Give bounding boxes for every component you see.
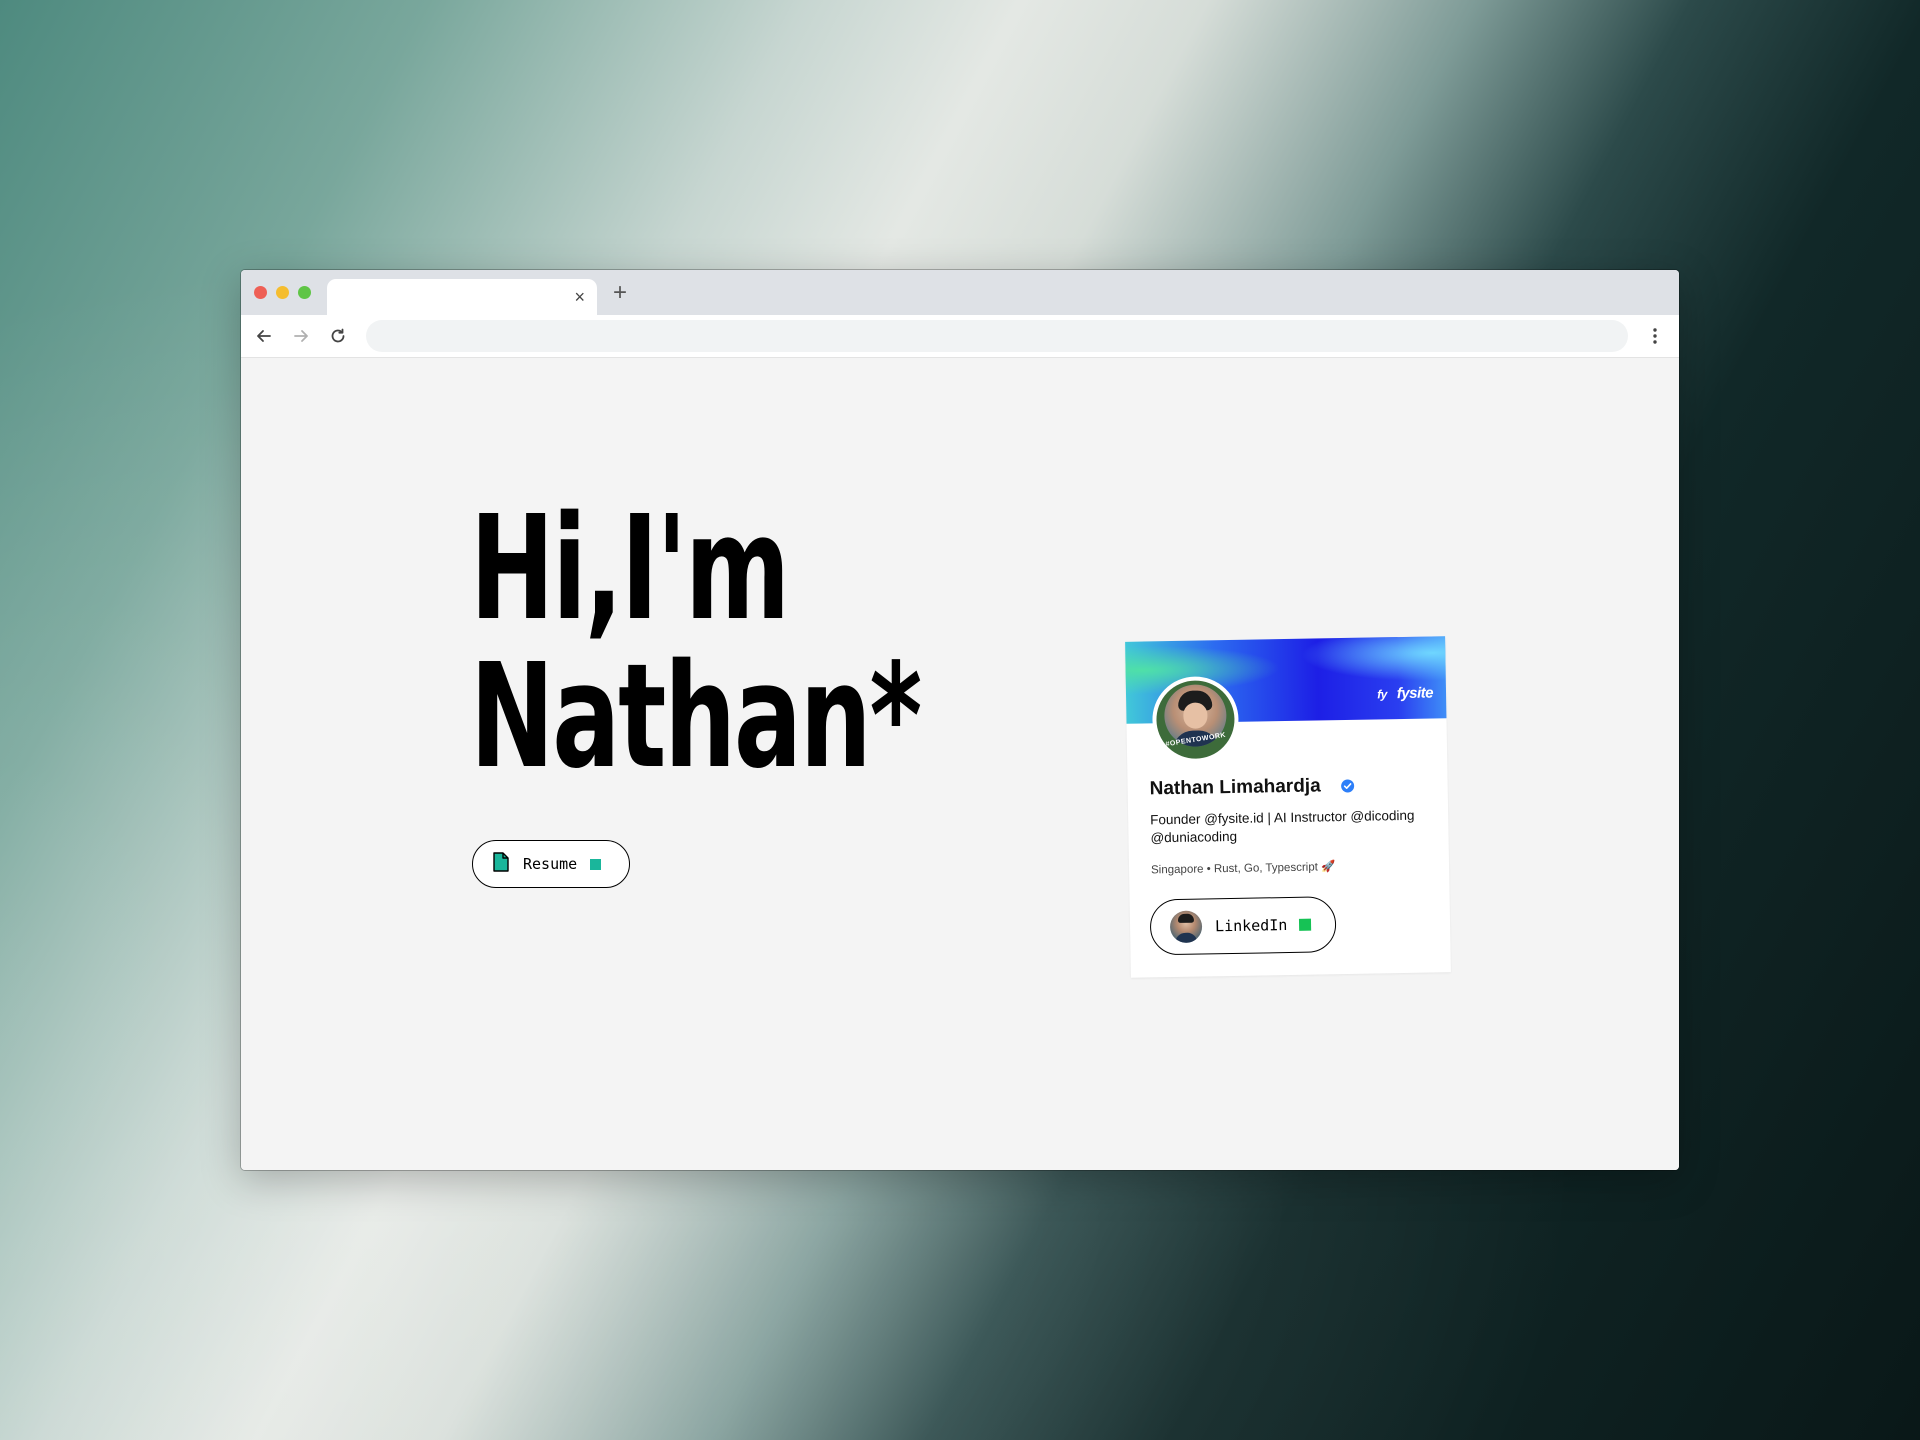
hero-line-greeting: Hi,I'm <box>470 484 790 652</box>
tab-strip: × + <box>241 270 1679 315</box>
brand-logo: fy fysite <box>1377 684 1433 702</box>
resume-button[interactable]: Resume <box>472 840 630 888</box>
linkedin-avatar <box>1169 910 1203 944</box>
avatar-face <box>1183 702 1208 729</box>
profile-name: Nathan Limahardja <box>1149 775 1321 800</box>
page-content: Hi,I'm Nathan* Resume fy fysite #OPENTOWO… <box>241 358 1679 1170</box>
browser-toolbar <box>241 315 1679 358</box>
document-icon <box>493 851 509 877</box>
resume-accent-square <box>590 858 602 870</box>
address-bar[interactable] <box>366 320 1628 352</box>
linkedin-avatar-shirt <box>1175 932 1198 944</box>
linkedin-button-label: LinkedIn <box>1214 916 1288 936</box>
linkedin-profile-card: fy fysite #OPENTOWORK Nathan Limahardja F… <box>1125 636 1451 978</box>
linkedin-button[interactable]: LinkedIn <box>1149 896 1337 956</box>
brand-mark: fy <box>1377 687 1387 702</box>
plus-icon[interactable]: + <box>613 280 627 306</box>
profile-location-skills: Singapore • Rust, Go, Typescript 🚀 <box>1150 861 1336 877</box>
linkedin-avatar-hair <box>1177 913 1195 923</box>
close-window-button[interactable] <box>254 286 267 299</box>
hero-line-name: Nathan* <box>470 632 922 800</box>
profile-headline: Founder @fysite.id | AI Instructor @dico… <box>1150 807 1415 846</box>
arrow-left-icon[interactable] <box>251 323 277 349</box>
resume-button-label: Resume <box>523 855 578 873</box>
browser-tab[interactable]: × <box>327 279 597 315</box>
minimize-window-button[interactable] <box>276 286 289 299</box>
maximize-window-button[interactable] <box>298 286 311 299</box>
reload-icon[interactable] <box>325 323 351 349</box>
avatar: #OPENTOWORK <box>1151 675 1240 764</box>
linkedin-accent-square <box>1299 918 1312 931</box>
verified-badge-icon <box>1341 779 1355 793</box>
browser-window: × + Hi,I'm Nathan* Resume fy fysite #OPE… <box>241 270 1679 1170</box>
kebab-menu-icon[interactable] <box>1643 324 1667 348</box>
hero-heading: Hi,I'm Nathan* <box>470 484 922 800</box>
arrow-right-icon[interactable] <box>288 323 314 349</box>
brand-name: fysite <box>1396 684 1434 703</box>
close-icon[interactable]: × <box>574 287 585 307</box>
